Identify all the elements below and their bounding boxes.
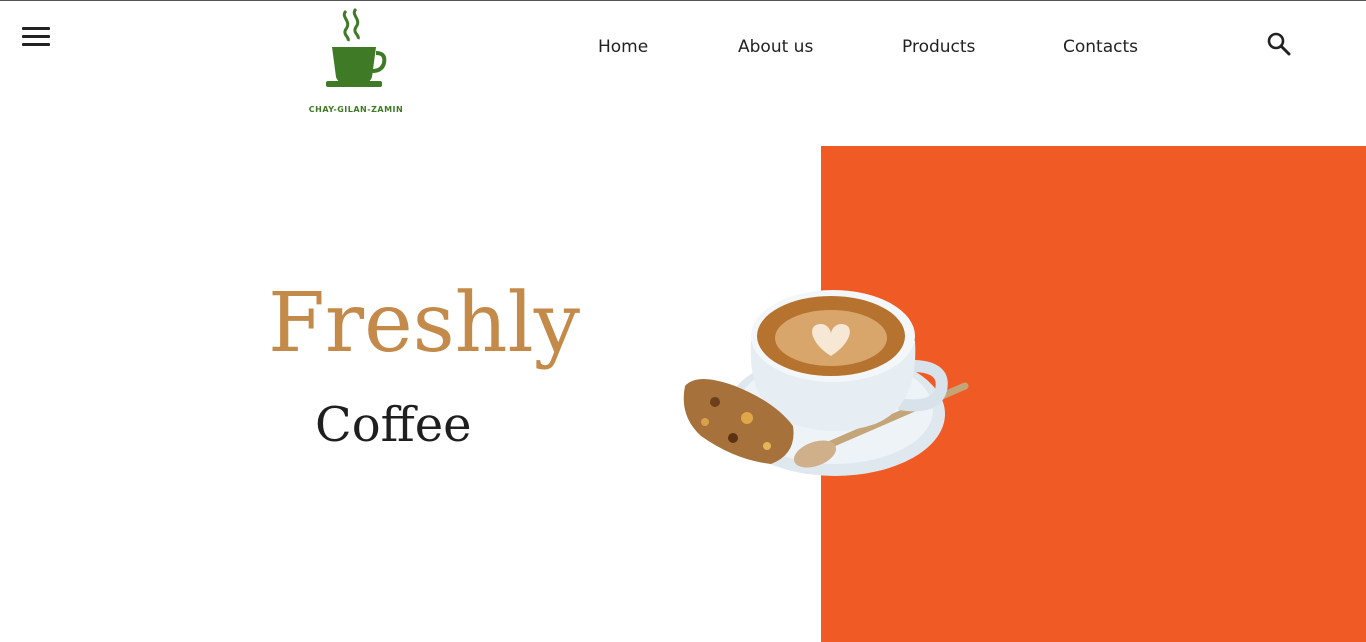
nav-about-link[interactable]: About us xyxy=(738,37,813,57)
search-icon[interactable] xyxy=(1266,31,1292,57)
brand-name: CHAY-GILAN-ZAMIN xyxy=(308,105,404,114)
hero-subtitle: Coffee xyxy=(315,397,472,453)
brand-logo[interactable]: CHAY-GILAN-ZAMIN xyxy=(300,7,412,119)
nav-home-link[interactable]: Home xyxy=(598,37,648,57)
nav-contacts-link[interactable]: Contacts xyxy=(1063,37,1138,57)
coffee-cup-image xyxy=(683,290,969,476)
nav-products-link[interactable]: Products xyxy=(902,37,975,57)
hero-title: Freshly xyxy=(268,276,581,371)
main-nav: Home About us Products Contacts xyxy=(0,37,1366,61)
